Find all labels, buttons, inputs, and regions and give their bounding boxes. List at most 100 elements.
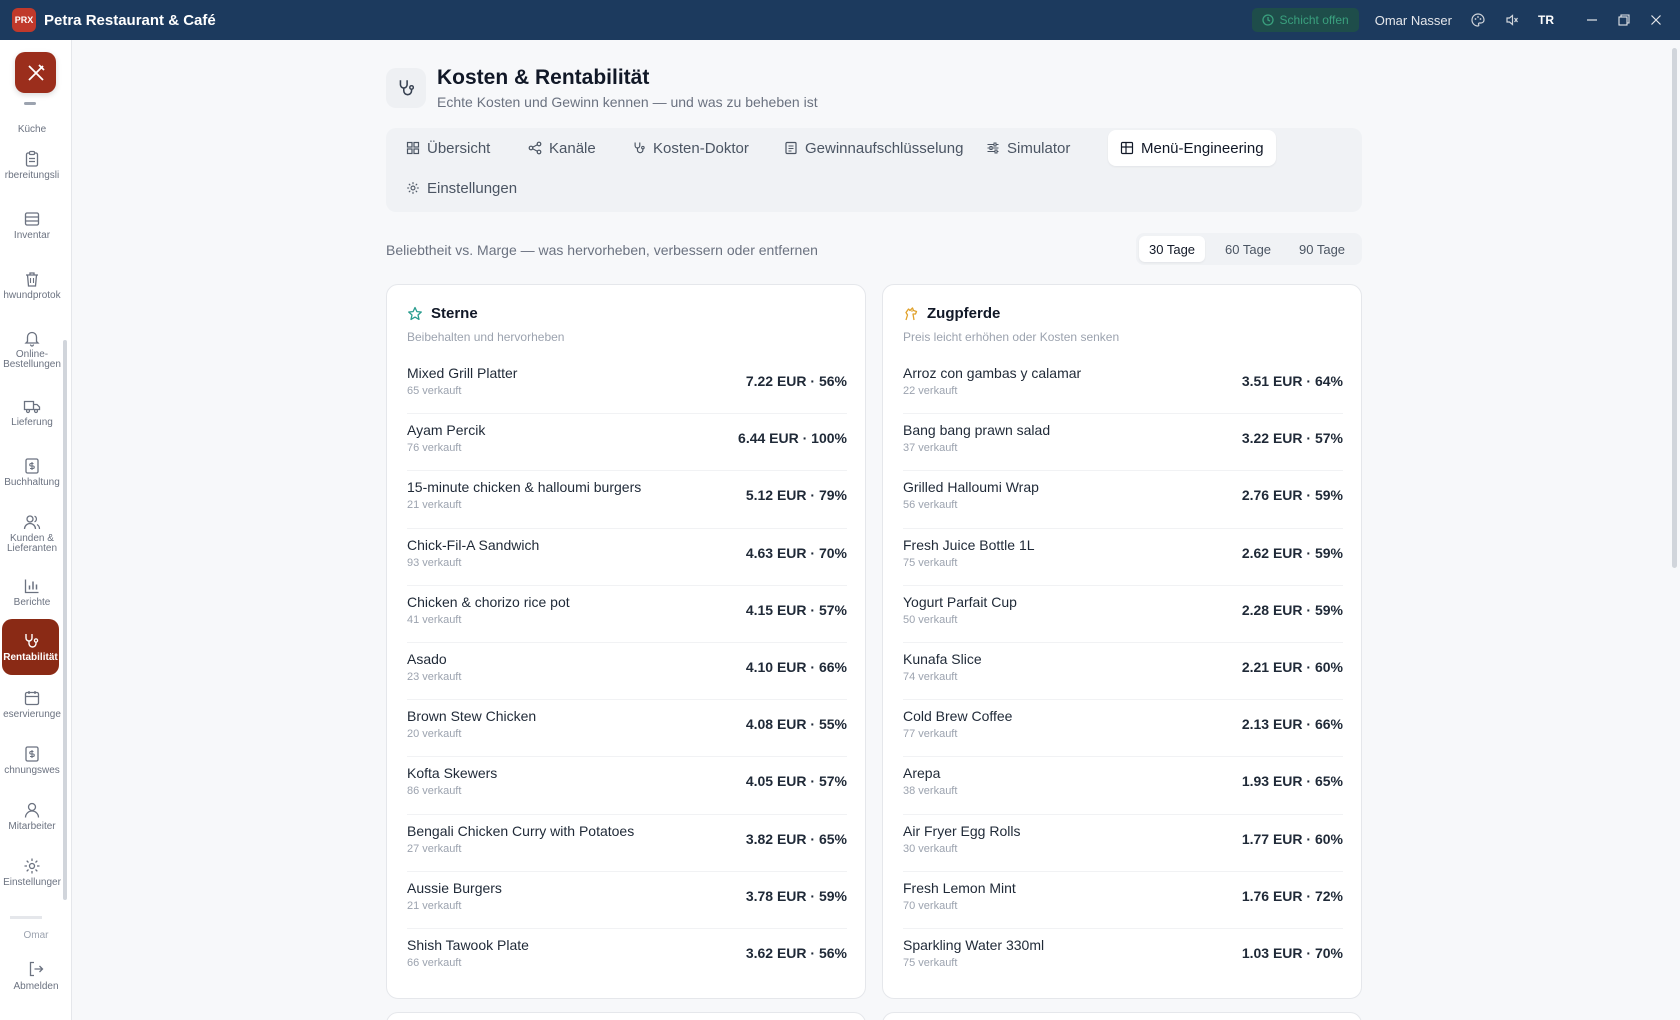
item-name: Chicken & chorizo rice pot	[407, 593, 570, 610]
sidebar-item-buchhaltung[interactable]: Buchhaltung	[0, 445, 64, 499]
item-value: 2.13 EUR · 66%	[1241, 716, 1343, 733]
close-icon[interactable]	[1648, 12, 1664, 28]
item-name: Kofta Skewers	[407, 765, 498, 782]
list-item[interactable]: Mixed Grill Platter 65 verkauft 7.22 EUR ·…	[407, 357, 847, 415]
list-item[interactable]: 15-minute chicken & halloumi burgers 21 v…	[407, 471, 847, 529]
item-sold: 50 verkauft	[903, 613, 958, 626]
sidebar-item-label: Buchhaltung	[4, 476, 60, 488]
title-bar: PRX Petra Restaurant & Café Schicht offe…	[0, 0, 1680, 40]
period-30-days[interactable]: 30 Tage	[1139, 236, 1206, 262]
item-name: Shish Tawook Plate	[407, 936, 529, 953]
list-item[interactable]: Air Fryer Egg Rolls 30 verkauft 1.77 EUR ·…	[903, 815, 1343, 872]
clipboard-icon	[25, 150, 39, 167]
share-icon	[528, 141, 542, 155]
list-item[interactable]: Ayam Percik 76 verkauft 6.44 EUR · 100%	[407, 414, 847, 472]
item-value: 3.22 EUR · 57%	[1241, 430, 1343, 447]
tab-einstellungen[interactable]: Einstellungen	[394, 170, 529, 206]
list-item[interactable]: Arepa 38 verkauft 1.93 EUR · 65%	[903, 757, 1343, 815]
sidebar-item-online-bestellungen[interactable]: Online- Bestellungen	[0, 320, 64, 378]
sidebar-scrollbar[interactable]	[63, 340, 67, 900]
sidebar-item-berichte[interactable]: Berichte	[0, 565, 64, 619]
item-sold: 41 verkauft	[407, 613, 462, 626]
list-item[interactable]: Brown Stew Chicken 20 verkauft 4.08 EUR · …	[407, 700, 847, 758]
list-item[interactable]: Grilled Halloumi Wrap 56 verkauft 2.76 EUR…	[903, 471, 1343, 529]
item-name: Chick-Fil-A Sandwich	[407, 536, 540, 553]
sidebar-item-rentabilitaet[interactable]: Rentabilität	[2, 619, 59, 675]
section-description: Beliebtheit vs. Marge — was hervorheben,…	[386, 242, 818, 258]
sidebar-item-kunden-lieferanten[interactable]: Kunden & Lieferanten	[0, 502, 64, 564]
sidebar-item-inventar[interactable]: Inventar	[0, 198, 64, 252]
shift-status-badge[interactable]: Schicht offen	[1251, 8, 1359, 32]
sidebar-item-label: Lieferung	[11, 416, 53, 428]
sidebar-item-label: Kunden & Lieferanten	[6, 532, 58, 554]
list-item[interactable]: Shish Tawook Plate 66 verkauft 3.62 EUR · …	[407, 929, 847, 986]
tab-menue-engineering[interactable]: Menü-Engineering	[1108, 130, 1276, 166]
item-sold: 75 verkauft	[903, 956, 958, 969]
stars-card-title: Sterne	[431, 305, 478, 322]
period-60-days[interactable]: 60 Tage	[1215, 236, 1281, 262]
logout-label: Abmelden	[13, 981, 59, 992]
sidebar: Küche rbereitungsli Inventar hwundprotok…	[0, 40, 72, 1020]
item-name: Aussie Burgers	[407, 879, 502, 896]
users-icon	[23, 514, 41, 529]
tab-uebersicht[interactable]: Übersicht	[394, 130, 502, 166]
sidebar-item-reservierungen[interactable]: eservierunge	[0, 677, 64, 731]
item-sold: 21 verkauft	[407, 899, 462, 912]
receipt-icon	[785, 141, 797, 155]
item-sold: 30 verkauft	[903, 842, 958, 855]
restore-icon[interactable]	[1616, 12, 1632, 28]
list-item[interactable]: Cold Brew Coffee 77 verkauft 2.13 EUR · 66…	[903, 700, 1343, 758]
list-item[interactable]: Bengali Chicken Curry with Potatoes 27 ve…	[407, 815, 847, 872]
period-90-days[interactable]: 90 Tage	[1289, 236, 1355, 262]
list-item[interactable]: Chick-Fil-A Sandwich 93 verkauft 4.63 EUR …	[407, 529, 847, 586]
tab-kosten-doktor[interactable]: Kosten-Doktor	[620, 130, 761, 166]
list-item[interactable]: Bang bang prawn salad 37 verkauft 3.22 EUR…	[903, 414, 1343, 472]
tab-label: Übersicht	[427, 139, 491, 157]
palette-icon[interactable]	[1470, 12, 1486, 28]
item-name: Mixed Grill Platter	[407, 365, 518, 381]
list-item[interactable]: Yogurt Parfait Cup 50 verkauft 2.28 EUR · …	[903, 586, 1343, 643]
logout-button[interactable]: Abmelden	[0, 960, 71, 1010]
main-scrollbar[interactable]	[1672, 48, 1677, 568]
sidebar-item-mitarbeiter[interactable]: Mitarbeiter	[0, 789, 64, 843]
list-item[interactable]: Aussie Burgers 21 verkauft 3.78 EUR · 59%	[407, 872, 847, 929]
item-name: Fresh Lemon Mint	[903, 879, 1016, 896]
item-sold: 22 verkauft	[903, 385, 958, 397]
list-item[interactable]: Kunafa Slice 74 verkauft 2.21 EUR · 60%	[903, 643, 1343, 701]
language-toggle[interactable]: TR	[1538, 13, 1554, 27]
utensils-icon	[27, 63, 45, 81]
list-item[interactable]: Kofta Skewers 86 verkauft 4.05 EUR · 57%	[407, 757, 847, 815]
item-name: Cold Brew Coffee	[903, 708, 1013, 725]
minimize-icon[interactable]	[1584, 12, 1600, 28]
brand-button[interactable]	[15, 52, 56, 93]
list-item[interactable]: Fresh Juice Bottle 1L 75 verkauft 2.62 EUR…	[903, 529, 1343, 586]
list-item[interactable]: Fresh Lemon Mint 70 verkauft 1.76 EUR · 72…	[903, 872, 1343, 929]
sidebar-item-lieferung[interactable]: Lieferung	[0, 385, 64, 439]
mute-icon[interactable]	[1504, 12, 1520, 28]
sidebar-item-label: Küche	[17, 124, 47, 135]
list-item[interactable]: Chicken & chorizo rice pot 41 verkauft 4.1…	[407, 586, 847, 643]
item-sold: 56 verkauft	[903, 499, 958, 512]
sidebar-item-rechnungswesen[interactable]: chnungswes	[0, 733, 64, 787]
item-sold: 76 verkauft	[407, 442, 462, 455]
plowhorses-list: Arroz con gambas y calamar 22 verkauft 3.5…	[903, 357, 1343, 986]
sidebar-item-vorbereitungsliste[interactable]: rbereitungsli	[0, 138, 64, 192]
tab-gewinnaufschluesselung[interactable]: Gewinnaufschlüsselung	[772, 130, 975, 166]
list-item[interactable]: Asado 23 verkauft 4.10 EUR · 66%	[407, 643, 847, 701]
tab-label: Gewinnaufschlüsselung	[805, 139, 964, 157]
sidebar-item-schwundprotokoll[interactable]: hwundprotok	[0, 258, 64, 312]
list-item[interactable]: Sparkling Water 330ml 75 verkauft 1.03 EUR…	[903, 929, 1343, 986]
list-item[interactable]: Arroz con gambas y calamar 22 verkauft 3.5…	[903, 357, 1343, 415]
invoice-icon	[25, 745, 39, 762]
item-value: 4.15 EUR · 57%	[745, 601, 847, 618]
sidebar-item-einstellungen[interactable]: Einstellunger	[0, 845, 64, 899]
stethoscope-icon	[634, 142, 645, 154]
tab-label: Simulator	[1007, 139, 1071, 157]
item-value: 3.51 EUR · 64%	[1241, 373, 1343, 389]
tab-kanaele[interactable]: Kanäle	[516, 130, 608, 166]
item-name: Yogurt Parfait Cup	[903, 593, 1017, 610]
tab-simulator[interactable]: Simulator	[974, 130, 1082, 166]
calendar-icon	[24, 690, 40, 705]
user-name[interactable]: Omar Nasser	[1375, 13, 1452, 28]
item-sold: 86 verkauft	[407, 785, 462, 798]
